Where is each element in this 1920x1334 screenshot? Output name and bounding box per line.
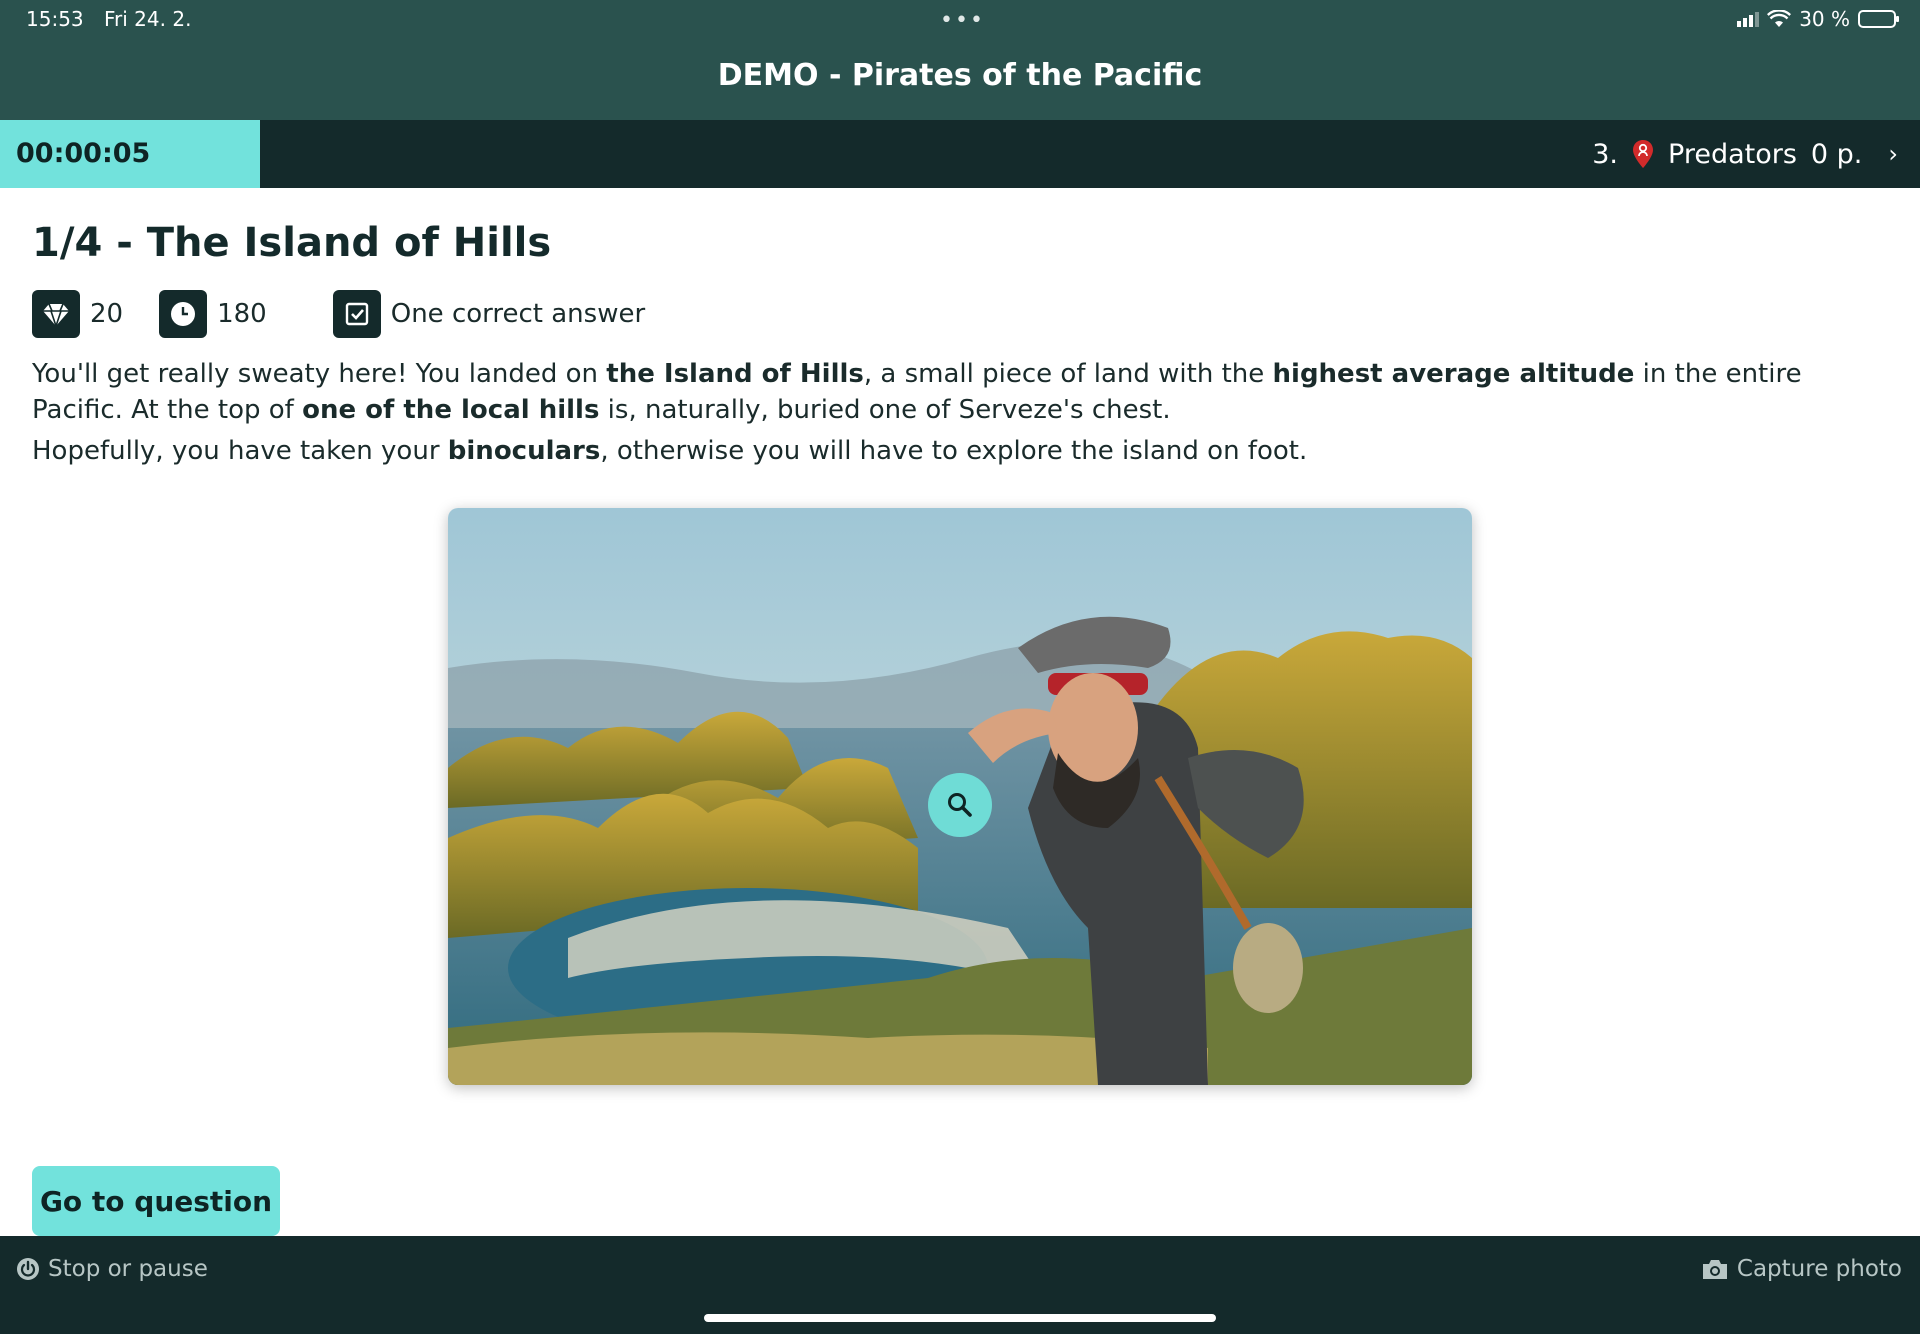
task-meta: 20 180 One correct answer: [32, 290, 1892, 338]
clock-icon: [159, 290, 208, 338]
game-timer: 00:00:05: [0, 120, 260, 188]
status-time: 15:53: [26, 7, 84, 31]
status-bar-left: 15:53 Fri 24. 2.: [26, 7, 205, 31]
task-title: 1/4 - The Island of Hills: [32, 220, 552, 266]
team-summary[interactable]: 3. Predators 0 p. ›: [1592, 120, 1898, 188]
stop-or-pause-button[interactable]: Stop or pause: [16, 1256, 208, 1282]
description-text: Hopefully, you have taken your: [32, 436, 448, 466]
zoom-image-button[interactable]: [928, 773, 992, 837]
description-emphasis: one of the local hills: [302, 395, 600, 425]
capture-photo-label: Capture photo: [1736, 1256, 1902, 1282]
battery-percent: 30 %: [1799, 7, 1850, 31]
multitask-dots[interactable]: •••: [940, 8, 985, 33]
go-to-question-button[interactable]: Go to question: [32, 1166, 280, 1236]
battery-icon: [1858, 10, 1899, 28]
description-text: , a small piece of land with the: [863, 359, 1273, 389]
team-points: 0 p.: [1810, 138, 1863, 170]
diamond-icon: [32, 290, 80, 338]
team-rank: 3.: [1592, 138, 1619, 170]
power-icon: [17, 1258, 39, 1280]
wifi-icon: [1767, 10, 1792, 27]
task-image[interactable]: [448, 508, 1472, 1085]
signal-icon: [1737, 11, 1760, 27]
checkbox-icon: [332, 290, 381, 338]
capture-photo-button[interactable]: Capture photo: [1701, 1256, 1902, 1282]
task-time-limit: 180: [159, 290, 267, 338]
camera-icon: [1702, 1260, 1727, 1279]
description-text: , otherwise you will have to explore the…: [600, 436, 1308, 466]
search-icon: [948, 793, 972, 817]
home-indicator[interactable]: [704, 1314, 1216, 1322]
chevron-right-icon[interactable]: ›: [1888, 140, 1898, 168]
task-points: 20: [32, 290, 123, 338]
team-name: Predators: [1668, 138, 1797, 170]
description-text: You'll get really sweaty here! You lande…: [32, 359, 607, 389]
description-paragraph: Hopefully, you have taken your binocular…: [32, 433, 1892, 469]
time-limit-value: 180: [217, 299, 267, 329]
stop-or-pause-label: Stop or pause: [48, 1256, 208, 1282]
description-emphasis: highest average altitude: [1272, 359, 1635, 389]
team-bar: 00:00:05 3. Predators 0 p. ›: [0, 120, 1920, 188]
bottom-toolbar: Stop or pause Capture photo: [0, 1236, 1920, 1334]
status-bar-right: 30 %: [1737, 7, 1899, 31]
task-content: 1/4 - The Island of Hills 20 180 One cor…: [32, 220, 1892, 474]
app-title: DEMO - Pirates of the Pacific: [717, 58, 1203, 93]
description-emphasis: binoculars: [447, 436, 601, 466]
task-answer-type: One correct answer: [332, 290, 646, 338]
top-bar: 15:53 Fri 24. 2. ••• 30 % DEMO - Pirates…: [0, 0, 1920, 120]
answer-type-label: One correct answer: [390, 299, 646, 329]
description-emphasis: the Island of Hills: [606, 359, 864, 389]
task-description: You'll get really sweaty here! You lande…: [32, 356, 1892, 469]
location-pin-icon: [1633, 140, 1654, 168]
description-text: is, naturally, buried one of Serveze's c…: [599, 395, 1171, 425]
points-value: 20: [90, 299, 124, 329]
status-date: Fri 24. 2.: [104, 7, 192, 31]
description-paragraph: You'll get really sweaty here! You lande…: [32, 356, 1892, 428]
